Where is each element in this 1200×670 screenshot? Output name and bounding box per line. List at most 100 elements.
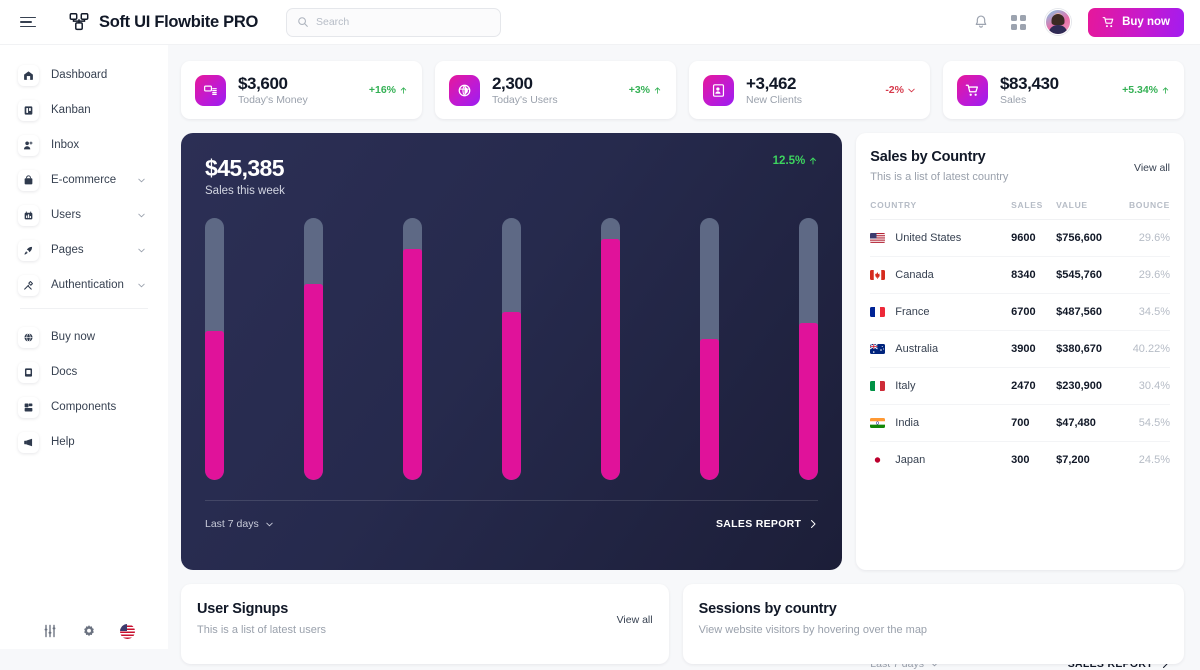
stat-card-new-clients[interactable]: +3,462 New Clients -2%: [689, 61, 930, 119]
bar-track[interactable]: [601, 218, 621, 480]
chevron-down-icon[interactable]: [137, 246, 146, 255]
gear-icon[interactable]: [81, 623, 97, 639]
bell-icon[interactable]: [971, 12, 991, 32]
search-icon: [298, 17, 308, 27]
user-signups-view-all-link[interactable]: View all: [617, 614, 653, 626]
stat-value: +3,462: [746, 73, 797, 93]
search-box[interactable]: [286, 7, 501, 37]
col-value: VALUE: [1056, 200, 1120, 220]
chart-range-dropdown[interactable]: Last 7 days: [205, 518, 274, 530]
sidebar-item-pages[interactable]: Pages: [10, 236, 158, 264]
sidebar-item-dashboard[interactable]: Dashboard: [10, 61, 158, 89]
country-name: India: [895, 417, 920, 429]
arrow-up-icon: [654, 86, 661, 94]
arrow-up-icon: [400, 86, 407, 94]
table-row[interactable]: India 700 $47,480 54.5%: [870, 404, 1170, 442]
chevron-down-icon[interactable]: [137, 211, 146, 220]
table-row[interactable]: Australia 3900 $380,670 40.22%: [870, 330, 1170, 368]
stat-card-todays-users[interactable]: 2,300 Today's Users +3%: [435, 61, 676, 119]
sidebar-divider: [20, 308, 148, 309]
country-view-all-link[interactable]: View all: [1134, 162, 1170, 174]
stat-label: Sales: [1000, 94, 1027, 107]
sidebar-item-authentication[interactable]: Authentication: [10, 271, 158, 299]
stat-label: New Clients: [746, 94, 803, 107]
stat-card-todays-money[interactable]: $3,600 Today's Money +16%: [181, 61, 422, 119]
sidebar-item-docs[interactable]: Docs: [10, 358, 158, 386]
sidebar-item-e-commerce[interactable]: E-commerce: [10, 166, 158, 194]
sidebar-item-users[interactable]: Users: [10, 201, 158, 229]
sidebar-label: Pages: [51, 244, 84, 256]
cell-country: Australia: [870, 330, 1012, 368]
col-sales: SALES: [1011, 200, 1057, 220]
dashboard-icon: [18, 64, 39, 86]
sidebar-footer: [0, 623, 168, 639]
cell-value: $756,600: [1056, 219, 1120, 257]
country-name: Canada: [895, 269, 934, 281]
cell-sales: 2470: [1011, 367, 1057, 405]
sessions-title: Sessions by country: [698, 601, 837, 617]
chart-sales-report-link[interactable]: SALES REPORT: [716, 518, 818, 530]
us-flag-icon[interactable]: [120, 623, 135, 639]
header-actions: Buy now: [971, 7, 1184, 37]
brand[interactable]: Soft UI Flowbite PRO: [68, 11, 258, 33]
bar-fill: [601, 238, 621, 480]
sidebar-item-buy-now[interactable]: Buy now: [10, 323, 158, 351]
cell-value: $7,200: [1056, 454, 1090, 466]
cart-icon: [957, 74, 988, 106]
table-row[interactable]: United States 9600 $756,600 29.6%: [870, 219, 1170, 257]
hamburger-icon[interactable]: [20, 11, 42, 33]
bar-track[interactable]: [403, 218, 423, 480]
cell-country: India: [870, 404, 1012, 442]
bar-track[interactable]: [205, 218, 224, 480]
user-signups-title: User Signups: [197, 601, 289, 617]
globe-user-icon: [449, 74, 480, 106]
cell-sales: 8340: [1011, 256, 1057, 294]
buy-now-button[interactable]: Buy now: [1088, 7, 1184, 37]
cell-sales: 3900: [1011, 330, 1057, 368]
col-country: COUNTRY: [870, 200, 1012, 220]
table-row[interactable]: Italy 2470 $230,900 30.4%: [870, 367, 1170, 405]
country-name: France: [895, 306, 930, 318]
rocket-icon: [18, 239, 39, 261]
chevron-down-icon[interactable]: [137, 281, 146, 290]
cell-bounce: 40.22%: [1119, 330, 1170, 368]
stat-card-sales[interactable]: $83,430 Sales +5.34%: [943, 61, 1184, 119]
bar-track[interactable]: [304, 218, 324, 480]
bar-track[interactable]: [799, 218, 819, 480]
avatar[interactable]: [1045, 9, 1072, 35]
sidebar-item-help[interactable]: Help: [10, 428, 158, 456]
jp-flag-icon: [870, 455, 886, 465]
sidebar-item-inbox[interactable]: Inbox: [10, 131, 158, 159]
bar-track[interactable]: [700, 218, 720, 480]
buy-now-label: Buy now: [1122, 16, 1170, 28]
country-card-title: Sales by Country: [870, 149, 986, 165]
sessions-subtitle: View website visitors by hovering over t…: [698, 624, 928, 636]
brand-name: Soft UI Flowbite PRO: [99, 12, 258, 31]
sidebar-item-kanban[interactable]: Kanban: [10, 96, 158, 124]
chevron-right-icon: [811, 520, 816, 528]
cell-bounce: 29.6%: [1119, 256, 1170, 294]
table-row[interactable]: Canada 8340 $545,760 29.6%: [870, 256, 1170, 294]
grid-apps-icon[interactable]: [1008, 12, 1028, 32]
sidebar-item-components[interactable]: Components: [10, 393, 158, 421]
table-row[interactable]: Japan 300 $7,200 24.5%: [870, 442, 1170, 479]
money-stack-icon: [195, 74, 226, 106]
bar-track[interactable]: [502, 218, 522, 480]
bar-fill: [799, 322, 819, 480]
bar-fill: [700, 338, 720, 480]
search-input[interactable]: [316, 16, 490, 28]
users-chart-icon: [18, 204, 39, 226]
bar-fill: [502, 312, 522, 480]
cell-country: United States: [870, 219, 1012, 257]
stats-row: $3,600 Today's Money +16% 2,300 Today's …: [181, 61, 1184, 119]
book-icon: [18, 361, 39, 383]
sliders-icon[interactable]: [42, 623, 58, 639]
stat-delta-value: +3%: [628, 84, 650, 96]
sales-chart-card: $45,385 Sales this week 12.5% Last 7 day…: [181, 133, 843, 570]
cell-value: $47,480: [1056, 404, 1120, 442]
table-row[interactable]: France 6700 $487,560 34.5%: [870, 293, 1170, 331]
in-flag-icon: [870, 418, 886, 428]
chart-delta-value: 12.5%: [772, 155, 806, 167]
chevron-down-icon[interactable]: [137, 176, 146, 185]
stat-delta-value: +5.34%: [1122, 84, 1158, 96]
